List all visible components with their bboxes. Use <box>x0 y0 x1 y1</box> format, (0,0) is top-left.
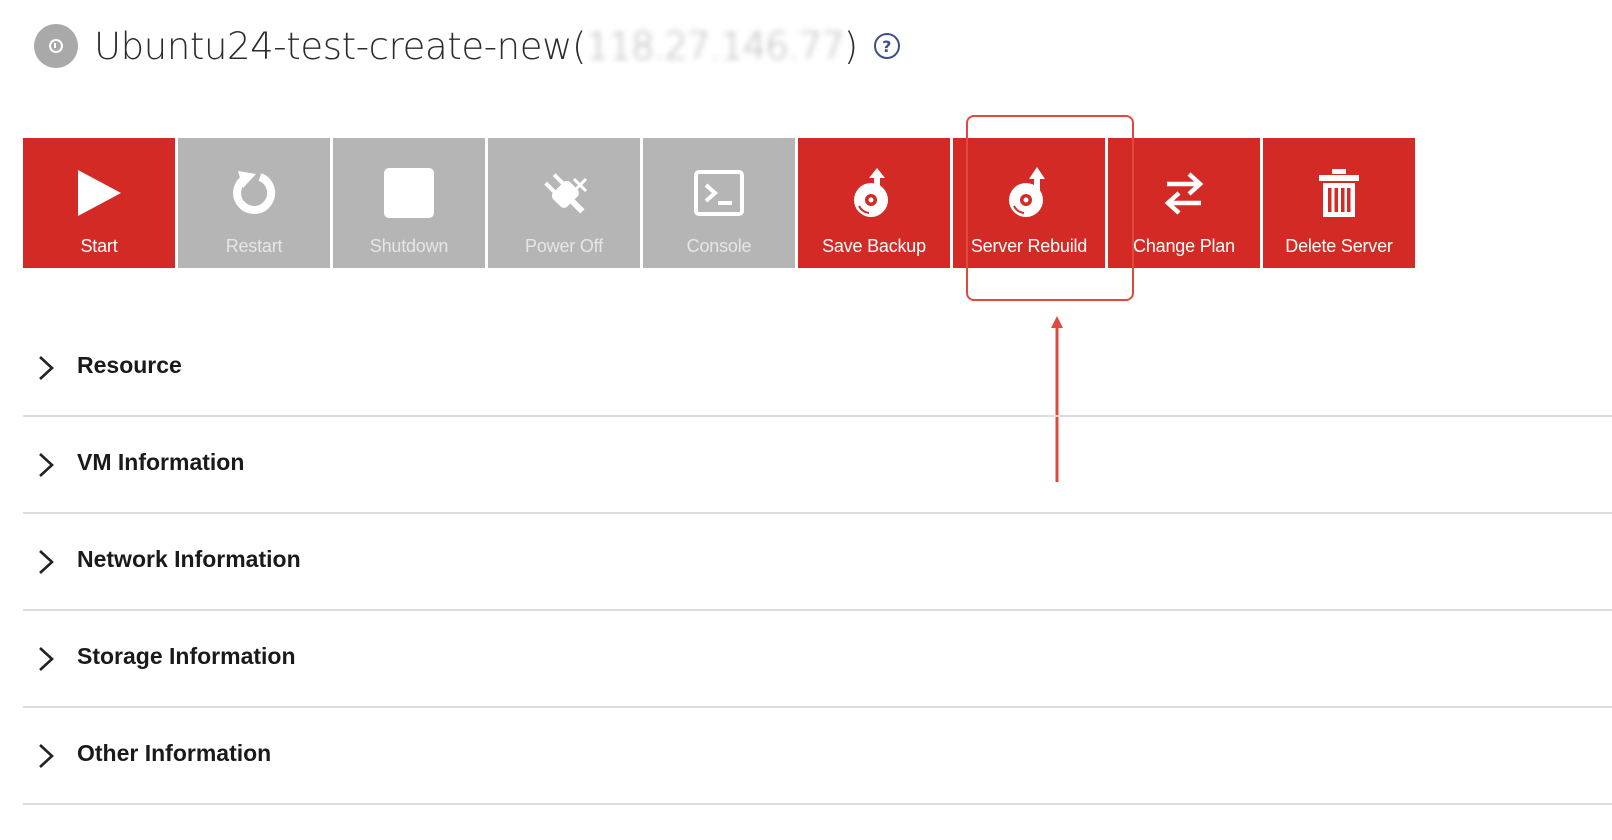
chevron-right-icon <box>39 743 54 768</box>
section-storage-information[interactable]: Storage Information <box>23 611 1612 708</box>
section-label: VM Information <box>77 449 245 475</box>
chevron-right-icon <box>39 452 54 477</box>
power-status-icon <box>34 24 78 68</box>
restart-icon <box>226 165 282 221</box>
section-label: Storage Information <box>77 643 296 669</box>
restart-button[interactable]: Restart <box>178 138 330 268</box>
change-plan-label: Change Plan <box>1133 236 1235 256</box>
restart-label: Restart <box>225 236 283 256</box>
shutdown-button[interactable]: Shutdown <box>333 138 485 268</box>
server-rebuild-highlight-box <box>966 115 1134 301</box>
terminal-icon <box>691 165 747 221</box>
shutdown-label: Shutdown <box>369 236 449 256</box>
server-action-toolbar: Start Restart Shutdown Power Off Console… <box>23 138 1415 268</box>
section-resource[interactable]: Resource <box>23 320 1612 417</box>
console-label: Console <box>686 236 752 256</box>
console-button[interactable]: Console <box>643 138 795 268</box>
help-circle-icon[interactable]: ? <box>873 33 900 59</box>
power-plug-icon <box>536 165 592 221</box>
section-other-information[interactable]: Other Information <box>23 708 1612 805</box>
chevron-right-icon <box>39 646 54 671</box>
info-accordion: Resource VM Information Network Informat… <box>23 320 1612 805</box>
start-label: Start <box>80 236 118 256</box>
power-off-label: Power Off <box>525 236 603 256</box>
section-network-information[interactable]: Network Information <box>23 514 1612 611</box>
open-paren: ( <box>571 24 586 68</box>
play-icon <box>71 165 127 221</box>
power-off-button[interactable]: Power Off <box>488 138 640 268</box>
delete-server-button[interactable]: Delete Server <box>1263 138 1415 268</box>
section-label: Other Information <box>77 740 272 766</box>
server-ip-address: 118.27.146.77 <box>586 24 845 68</box>
stop-square-icon <box>381 165 437 221</box>
swap-arrows-icon <box>1156 165 1212 221</box>
save-backup-label: Save Backup <box>822 236 926 256</box>
save-backup-button[interactable]: Save Backup <box>798 138 950 268</box>
trash-icon <box>1311 165 1367 221</box>
server-name: Ubuntu24-test-create-new <box>94 24 572 68</box>
page-title-row: Ubuntu24-test-create-new ( 118.27.146.77… <box>34 22 900 70</box>
close-paren: ) <box>843 24 858 68</box>
delete-server-label: Delete Server <box>1285 236 1393 256</box>
chevron-right-icon <box>39 355 54 380</box>
section-label: Network Information <box>77 546 301 572</box>
section-label: Resource <box>77 352 182 378</box>
disk-backup-icon <box>846 165 902 221</box>
section-vm-information[interactable]: VM Information <box>23 417 1612 514</box>
chevron-right-icon <box>39 549 54 574</box>
start-button[interactable]: Start <box>23 138 175 268</box>
